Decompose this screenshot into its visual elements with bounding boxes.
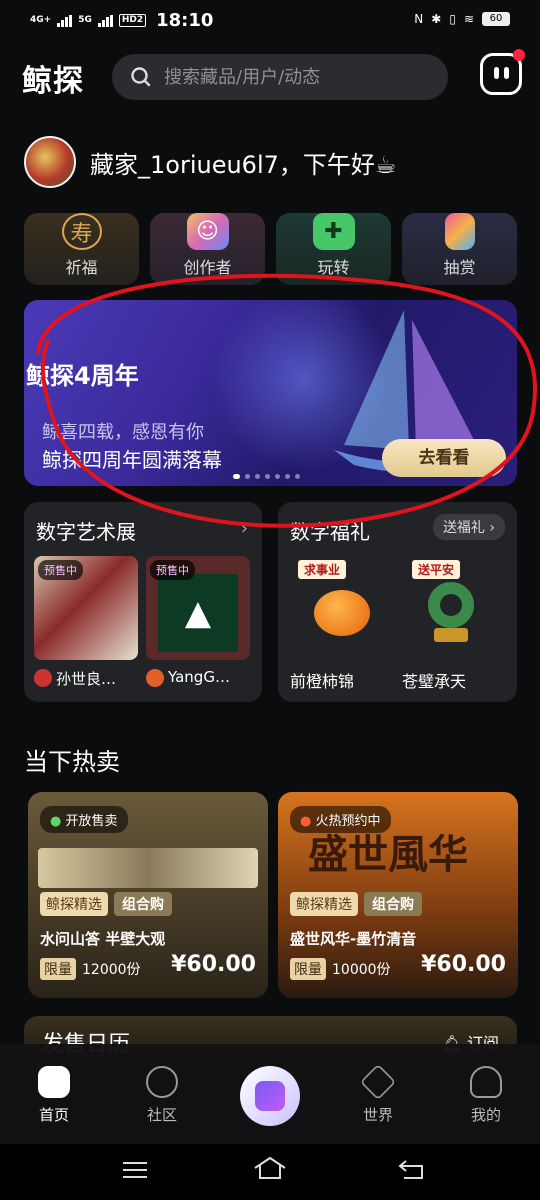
gift-name-2: 苍璧承天 [402,672,467,691]
selected-chip: 鲸探精选 [40,892,108,916]
limit-info: 限量 12000份 [40,958,141,980]
sale-badge-label: 开放售卖 [65,814,118,829]
app-logo: 鲸探 [22,64,84,99]
gift-badge: 求事业 [298,560,347,579]
gamepad-icon: ✚ [312,213,355,250]
gift-badge: 送平安 [412,560,461,579]
jade-stand [434,628,468,642]
flame-icon: ● [50,814,62,829]
scroll-artwork [38,848,258,888]
clock: 18:10 [156,10,214,31]
bundle-chip: 组合购 [364,892,422,916]
limit-info: 限量 10000份 [290,958,391,980]
product-price: ¥60.00 [171,952,256,977]
limit-count: 12000份 [82,962,141,978]
avatar[interactable] [24,136,76,188]
product-card-1[interactable]: ● 开放售卖 鲸探精选 组合购 水问山答 半壁大观 限量 12000份 ¥60.0… [28,792,268,998]
home-nav-icon[interactable] [253,1156,287,1180]
search-icon [131,67,151,87]
presale-badge: 预售中 [150,560,195,580]
nfc-icon: N [414,12,424,26]
status-bar: 4G+ 5G HD2 18:10 N ✱ ▯ ≋ 60 [0,0,540,42]
bundle-chip: 组合购 [114,892,172,916]
person-icon [470,1066,502,1098]
tab-label: 世界 [362,1106,393,1124]
notification-dot [513,49,525,61]
art-thumb-1[interactable]: 预售中 [34,556,138,660]
battery-icon: 60 [482,12,510,26]
sparkle-layers-icon [255,1081,285,1111]
limit-count: 10000份 [332,962,391,978]
art-thumb-2[interactable]: ▲ 预售中 [146,556,250,660]
wifi-icon: ≋ [463,12,474,26]
center-action-button[interactable] [240,1066,300,1126]
reserve-badge-label: 火热预约中 [315,814,381,829]
tree-artwork: ▲ [158,574,238,652]
signal-icon [57,14,73,27]
creator-icon: ☺ [186,213,229,250]
product-card-2[interactable]: 盛世風华 ● 火热预约中 鲸探精选 组合购 盛世风华-墨竹清音 限量 10000份… [278,792,518,998]
tab-label: 我的 [470,1106,501,1124]
art-name-2: YangG… [168,668,230,686]
tab-label: 社区 [146,1106,177,1124]
message-eye-right [504,67,509,79]
vibrate-icon: ▯ [449,12,456,26]
greeting-text: 藏家_1oriueu6l7，下午好☕ [90,151,397,179]
cards-icon [444,213,475,250]
flame-icon: ● [300,814,312,829]
limit-label: 限量 [290,958,326,980]
blessing-icon: 寿 [61,213,102,250]
back-icon[interactable] [398,1158,426,1180]
limit-label: 限量 [40,958,76,980]
system-nav-bar [0,1144,540,1200]
chip-row: 鲸探精选 组合购 [290,892,422,916]
jade-disc-item[interactable] [428,582,474,628]
product-name: 盛世风华-墨竹清音 [290,930,417,948]
product-price: ¥60.00 [421,952,506,977]
persimmon-item[interactable] [314,590,370,636]
bluetooth-icon: ✱ [431,12,442,26]
planet-icon [146,1066,178,1098]
tab-home[interactable]: 首页 [14,1066,94,1125]
art-name-1: 孙世良… [56,670,117,688]
tab-label: 首页 [38,1106,69,1124]
hd-label: HD2 [118,14,147,27]
network-5g-label: 5G [78,15,92,25]
cube-icon [359,1063,397,1101]
signal-icon-2 [97,14,113,27]
product-name: 水问山答 半壁大观 [40,930,166,948]
message-eye-left [494,67,499,79]
reserve-badge: ● 火热预约中 [290,806,391,833]
selected-chip: 鲸探精选 [290,892,358,916]
section-title: 当下热卖 [24,748,120,776]
tab-community[interactable]: 社区 [122,1066,202,1125]
presale-badge: 预售中 [38,560,83,580]
chip-row: 鲸探精选 组合购 [40,892,172,916]
bottom-tab-bar: 首页 社区 世界 我的 [0,1044,540,1144]
annotation-circle [36,273,537,528]
home-icon [38,1066,70,1098]
search-input[interactable] [164,66,424,88]
network-4g-label: 4G+ [30,15,52,25]
gift-name-1: 前橙柿锦 [290,672,355,691]
menu-icon[interactable] [122,1160,148,1180]
tab-profile[interactable]: 我的 [446,1066,526,1125]
tab-world[interactable]: 世界 [338,1063,418,1125]
search-bar[interactable] [112,54,448,100]
sale-badge: ● 开放售卖 [40,806,128,833]
